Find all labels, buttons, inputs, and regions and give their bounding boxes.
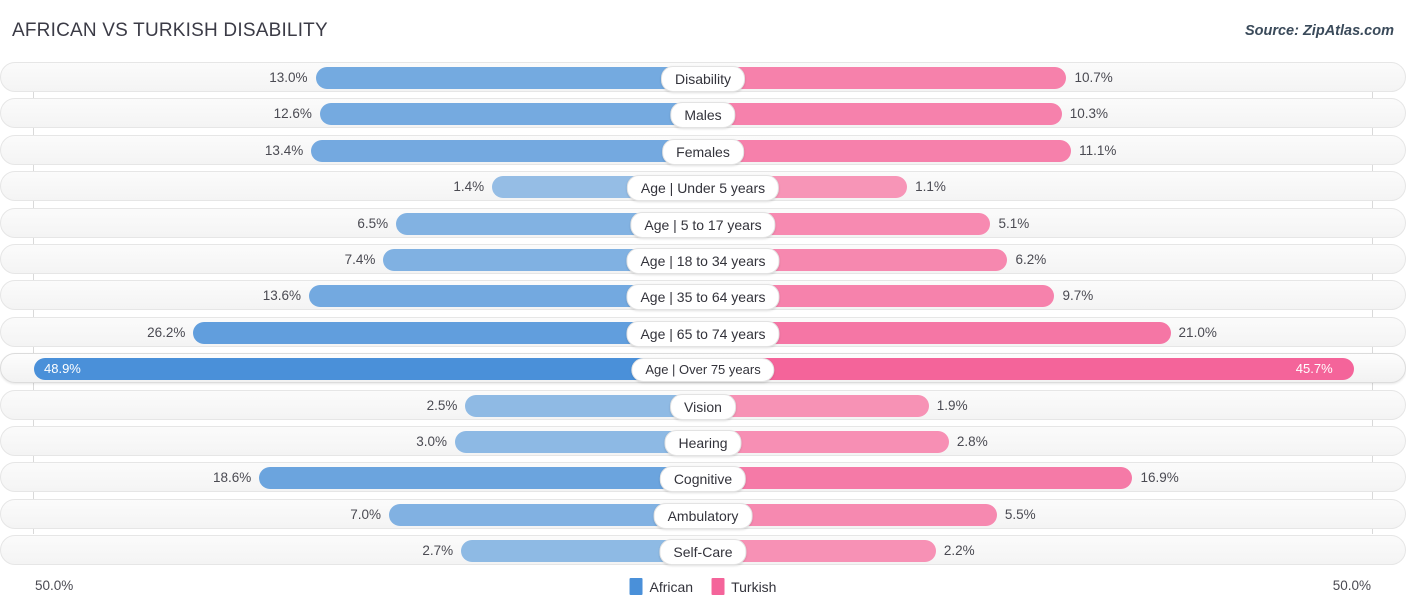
table-row[interactable]: 18.6% 16.9% Cognitive xyxy=(0,462,1406,493)
category-label: Age | 18 to 34 years xyxy=(626,247,780,274)
table-row[interactable]: 13.4% 11.1% Females xyxy=(0,134,1406,165)
value-label-african: 26.2% xyxy=(147,324,186,340)
value-label-turkish: 6.2% xyxy=(1015,251,1047,267)
category-label: Age | Under 5 years xyxy=(626,175,780,202)
value-label-african: 13.4% xyxy=(264,142,304,158)
value-label-turkish: 10.7% xyxy=(1074,70,1113,85)
value-label-turkish: 21.0% xyxy=(1178,324,1217,340)
category-label: Age | 5 to 17 years xyxy=(630,211,776,238)
value-label-turkish: 1.1% xyxy=(915,179,946,195)
value-label-african: 1.4% xyxy=(453,179,485,195)
value-label-turkish: 1.9% xyxy=(936,397,968,413)
value-label-african: 7.4% xyxy=(344,251,376,267)
value-label-african: 2.5% xyxy=(426,397,458,413)
table-row[interactable]: 3.0% 2.8% Hearing xyxy=(0,425,1406,456)
chart-legend: African Turkish xyxy=(629,578,776,595)
category-label: Females xyxy=(662,138,744,165)
table-row[interactable]: 48.9% 45.7% Age | Over 75 years xyxy=(0,353,1406,384)
value-label-turkish: 9.7% xyxy=(1062,288,1094,304)
bar-african xyxy=(311,139,704,162)
legend-label: African xyxy=(649,578,694,595)
value-label-turkish: 11.1% xyxy=(1079,142,1117,158)
legend-swatch-icon xyxy=(629,578,643,595)
page-title: AFRICAN VS TURKISH DISABILITY xyxy=(12,20,328,41)
value-label-african: 2.7% xyxy=(422,543,454,559)
value-label-african: 48.9% xyxy=(44,361,81,377)
category-label: Ambulatory xyxy=(653,502,753,529)
table-row[interactable]: 2.5% 1.9% Vision xyxy=(0,389,1406,420)
value-label-african: 13.0% xyxy=(269,70,308,85)
value-label-turkish: 45.7% xyxy=(1295,361,1333,377)
table-row[interactable]: 26.2% 21.0% Age | 65 to 74 years xyxy=(0,316,1406,347)
bar-turkish xyxy=(704,467,1133,490)
table-row[interactable]: 7.0% 5.5% Ambulatory xyxy=(0,498,1406,529)
legend-label: Turkish xyxy=(731,578,777,595)
table-row[interactable]: 6.5% 5.1% Age | 5 to 17 years xyxy=(0,207,1406,238)
value-label-turkish: 2.2% xyxy=(943,543,975,559)
bar-turkish xyxy=(704,67,1067,89)
category-label: Age | Over 75 years xyxy=(631,358,775,383)
value-label-turkish: 5.5% xyxy=(1004,506,1036,522)
value-label-african: 7.0% xyxy=(350,506,381,522)
bar-turkish xyxy=(704,103,1062,126)
category-label: Males xyxy=(670,102,736,129)
bar-african xyxy=(34,358,704,381)
category-label: Age | 65 to 74 years xyxy=(626,320,780,347)
value-label-african: 13.6% xyxy=(262,288,302,304)
legend-item[interactable]: African xyxy=(629,578,694,595)
category-label: Cognitive xyxy=(659,466,747,493)
table-row[interactable]: 2.7% 2.2% Self-Care xyxy=(0,535,1406,566)
table-row[interactable]: 1.4% 1.1% Age | Under 5 years xyxy=(0,171,1406,202)
bar-turkish xyxy=(704,139,1072,162)
source-attribution: Source: ZipAtlas.com xyxy=(1244,23,1394,39)
axis-right-max-label: 50.0% xyxy=(1332,578,1371,593)
value-label-turkish: 5.1% xyxy=(998,215,1030,231)
value-label-african: 3.0% xyxy=(416,433,447,449)
table-row[interactable]: 7.4% 6.2% Age | 18 to 34 years xyxy=(0,243,1406,274)
table-row[interactable]: 13.0% 10.7% Disability xyxy=(0,62,1406,92)
bar-turkish xyxy=(704,394,929,417)
value-label-african: 18.6% xyxy=(213,470,252,486)
chart-plot-area: 13.0% 10.7% Disability 12.6% 10.3% Males 13.4%… xyxy=(0,62,1406,570)
bar-african xyxy=(259,467,704,490)
value-label-african: 12.6% xyxy=(273,106,312,122)
table-row[interactable]: 12.6% 10.3% Males xyxy=(0,98,1406,129)
category-label: Hearing xyxy=(664,429,742,456)
value-label-african: 6.5% xyxy=(357,215,389,231)
category-label: Age | 35 to 64 years xyxy=(626,284,780,311)
bar-african xyxy=(465,394,704,417)
bar-african xyxy=(315,67,704,89)
category-label: Vision xyxy=(670,393,736,420)
axis-left-max-label: 50.0% xyxy=(35,578,74,593)
legend-swatch-icon xyxy=(711,578,725,595)
bar-rows-container: 13.0% 10.7% Disability 12.6% 10.3% Males 13.4%… xyxy=(0,62,1406,571)
bar-african xyxy=(319,103,704,126)
legend-item[interactable]: Turkish xyxy=(711,578,776,595)
category-label: Disability xyxy=(660,66,746,92)
category-label: Self-Care xyxy=(659,539,747,566)
value-label-turkish: 10.3% xyxy=(1069,106,1108,122)
bar-turkish xyxy=(704,358,1354,381)
value-label-turkish: 16.9% xyxy=(1140,470,1179,486)
value-label-turkish: 2.8% xyxy=(956,433,988,449)
table-row[interactable]: 13.6% 9.7% Age | 35 to 64 years xyxy=(0,280,1406,311)
